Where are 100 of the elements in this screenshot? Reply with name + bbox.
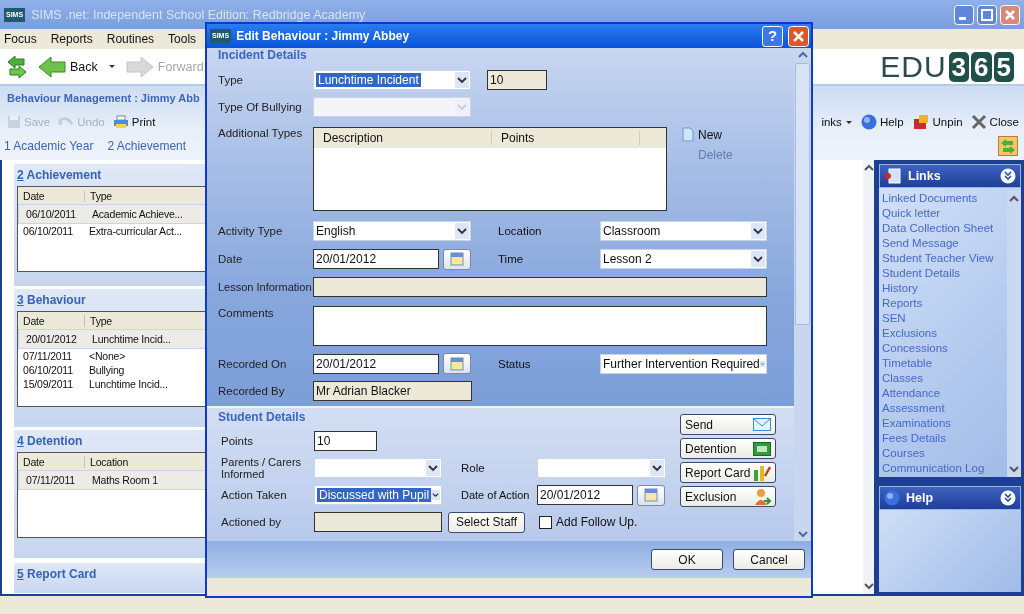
printer-icon <box>112 115 129 129</box>
scroll-up-icon[interactable] <box>863 164 874 172</box>
help-button[interactable]: ? <box>762 25 783 47</box>
status-dropdown[interactable]: Further Intervention Required <box>600 353 767 374</box>
menu-item[interactable]: Focus <box>4 32 37 46</box>
column-header[interactable]: Date <box>18 189 84 202</box>
dialog-button[interactable]: OK <box>651 549 723 570</box>
field-label: Actioned by <box>220 516 283 528</box>
location-dropdown[interactable]: Classroom <box>600 221 767 242</box>
link-item[interactable]: Send Message <box>882 236 1007 251</box>
dropdown-caret-icon <box>844 119 853 125</box>
chevron-down-icon <box>431 487 440 503</box>
panel-title: Help <box>906 491 934 505</box>
section-link[interactable]: 1 Academic Year <box>4 139 94 153</box>
panel-header[interactable]: Links <box>879 164 1021 188</box>
date-field[interactable]: 20/01/2012 <box>313 353 439 374</box>
type-dropdown[interactable]: Lunchtime Incident <box>313 69 471 90</box>
close-icon[interactable] <box>1000 4 1020 25</box>
scrollbar[interactable] <box>863 160 874 594</box>
calendar-icon <box>644 488 658 502</box>
column-header[interactable]: Points <box>492 131 640 146</box>
calendar-button[interactable] <box>637 484 665 506</box>
column-header[interactable]: Type <box>84 314 192 327</box>
scroll-down-icon[interactable] <box>797 530 808 538</box>
forward-arrow-icon <box>125 55 154 78</box>
card-icon <box>753 441 771 456</box>
link-item[interactable]: Reports <box>882 296 1007 311</box>
toolbar-button[interactable]: Help <box>857 114 907 130</box>
swap-arrows-icon[interactable] <box>6 54 28 79</box>
scroll-down-icon[interactable] <box>1009 465 1019 473</box>
points-field: 10 <box>487 69 547 90</box>
scroll-up-icon[interactable] <box>797 51 808 59</box>
field-label: Points <box>220 435 254 447</box>
panel-title: Links <box>908 169 941 183</box>
maximize-icon[interactable] <box>977 4 997 25</box>
column-header[interactable]: Location <box>84 455 192 468</box>
calendar-button[interactable] <box>443 353 471 375</box>
time-dropdown[interactable]: Lesson 2 <box>600 249 767 270</box>
field-label: Additional Types <box>218 127 304 140</box>
section-link[interactable]: 2 Achievement <box>107 139 187 153</box>
link-item[interactable]: Student Details <box>882 266 1007 281</box>
date-field[interactable]: 20/01/2012 <box>537 485 633 505</box>
menu-item[interactable]: Routines <box>106 32 155 46</box>
recorded-by-field: Mr Adrian Blacker <box>313 381 472 402</box>
close-icon <box>970 114 987 130</box>
calendar-button[interactable] <box>443 248 471 270</box>
scroll-thumb[interactable] <box>795 63 810 325</box>
close-icon[interactable] <box>788 25 809 47</box>
scroll-down-icon[interactable] <box>863 582 874 590</box>
chevron-down-icon <box>650 460 664 476</box>
column-header[interactable]: Description <box>314 131 492 146</box>
dropdown-caret-icon[interactable] <box>107 64 116 69</box>
scrollbar[interactable] <box>794 48 811 541</box>
column-header[interactable]: Type <box>84 189 192 202</box>
points-field[interactable]: 10 <box>314 431 377 451</box>
page-title: Behaviour Management : Jimmy Abb <box>7 92 200 104</box>
menu-item[interactable]: Reports <box>50 32 93 46</box>
toolbar-button[interactable]: Close <box>967 114 1022 130</box>
collapse-icon[interactable] <box>1000 490 1016 506</box>
action-button[interactable]: Report Card <box>680 462 776 483</box>
action-taken-dropdown[interactable]: Discussed with Pupil <box>314 485 442 505</box>
collapse-icon[interactable] <box>1000 168 1016 184</box>
field-label: Recorded By <box>218 385 286 398</box>
column-header[interactable]: Date <box>18 455 84 468</box>
link-item[interactable]: Data Collection Sheet <box>882 221 1007 236</box>
link-item[interactable]: Quick letter <box>882 206 1007 221</box>
section-heading: Student Details <box>218 410 307 425</box>
link-item[interactable]: Student Teacher View <box>882 251 1007 266</box>
toolbar-button[interactable]: inks <box>818 116 856 128</box>
field-label: Action Taken <box>220 489 288 501</box>
back-button[interactable]: Back <box>34 55 102 78</box>
scroll-up-icon[interactable] <box>1009 195 1019 203</box>
toolbar-button[interactable]: Unpin <box>908 114 966 130</box>
menu-item[interactable]: Tools <box>168 32 197 46</box>
link-item[interactable]: SEN <box>882 311 1007 326</box>
chevron-down-icon <box>455 223 469 240</box>
field-label: Location <box>498 225 543 238</box>
chevron-down-icon <box>455 71 469 88</box>
action-button[interactable]: Send <box>680 414 776 435</box>
action-button[interactable]: Exclusion <box>680 486 776 507</box>
link-item[interactable]: History <box>882 281 1007 296</box>
activity-dropdown[interactable]: English <box>313 221 471 242</box>
new-button[interactable]: New <box>682 127 733 143</box>
minimize-icon[interactable] <box>954 4 974 25</box>
field-label: Role <box>461 462 486 474</box>
comments-field[interactable] <box>313 305 767 346</box>
field-label: Time <box>498 253 525 266</box>
select-staff-button[interactable]: Select Staff <box>448 511 525 533</box>
scrollbar[interactable] <box>1007 191 1021 477</box>
action-button[interactable]: Detention <box>680 438 776 459</box>
panel-header[interactable]: Help <box>879 486 1021 510</box>
toolbar-button[interactable]: Print <box>109 115 159 129</box>
column-header[interactable]: Date <box>18 314 84 327</box>
dialog-button[interactable]: Cancel <box>733 549 805 570</box>
field-label: Type <box>218 73 244 86</box>
pin-icon <box>911 114 930 130</box>
swap-arrows-icon[interactable] <box>998 136 1018 156</box>
checkbox[interactable] <box>539 515 552 529</box>
date-field[interactable]: 20/01/2012 <box>313 249 439 270</box>
link-item[interactable]: Linked Documents <box>882 191 1007 206</box>
